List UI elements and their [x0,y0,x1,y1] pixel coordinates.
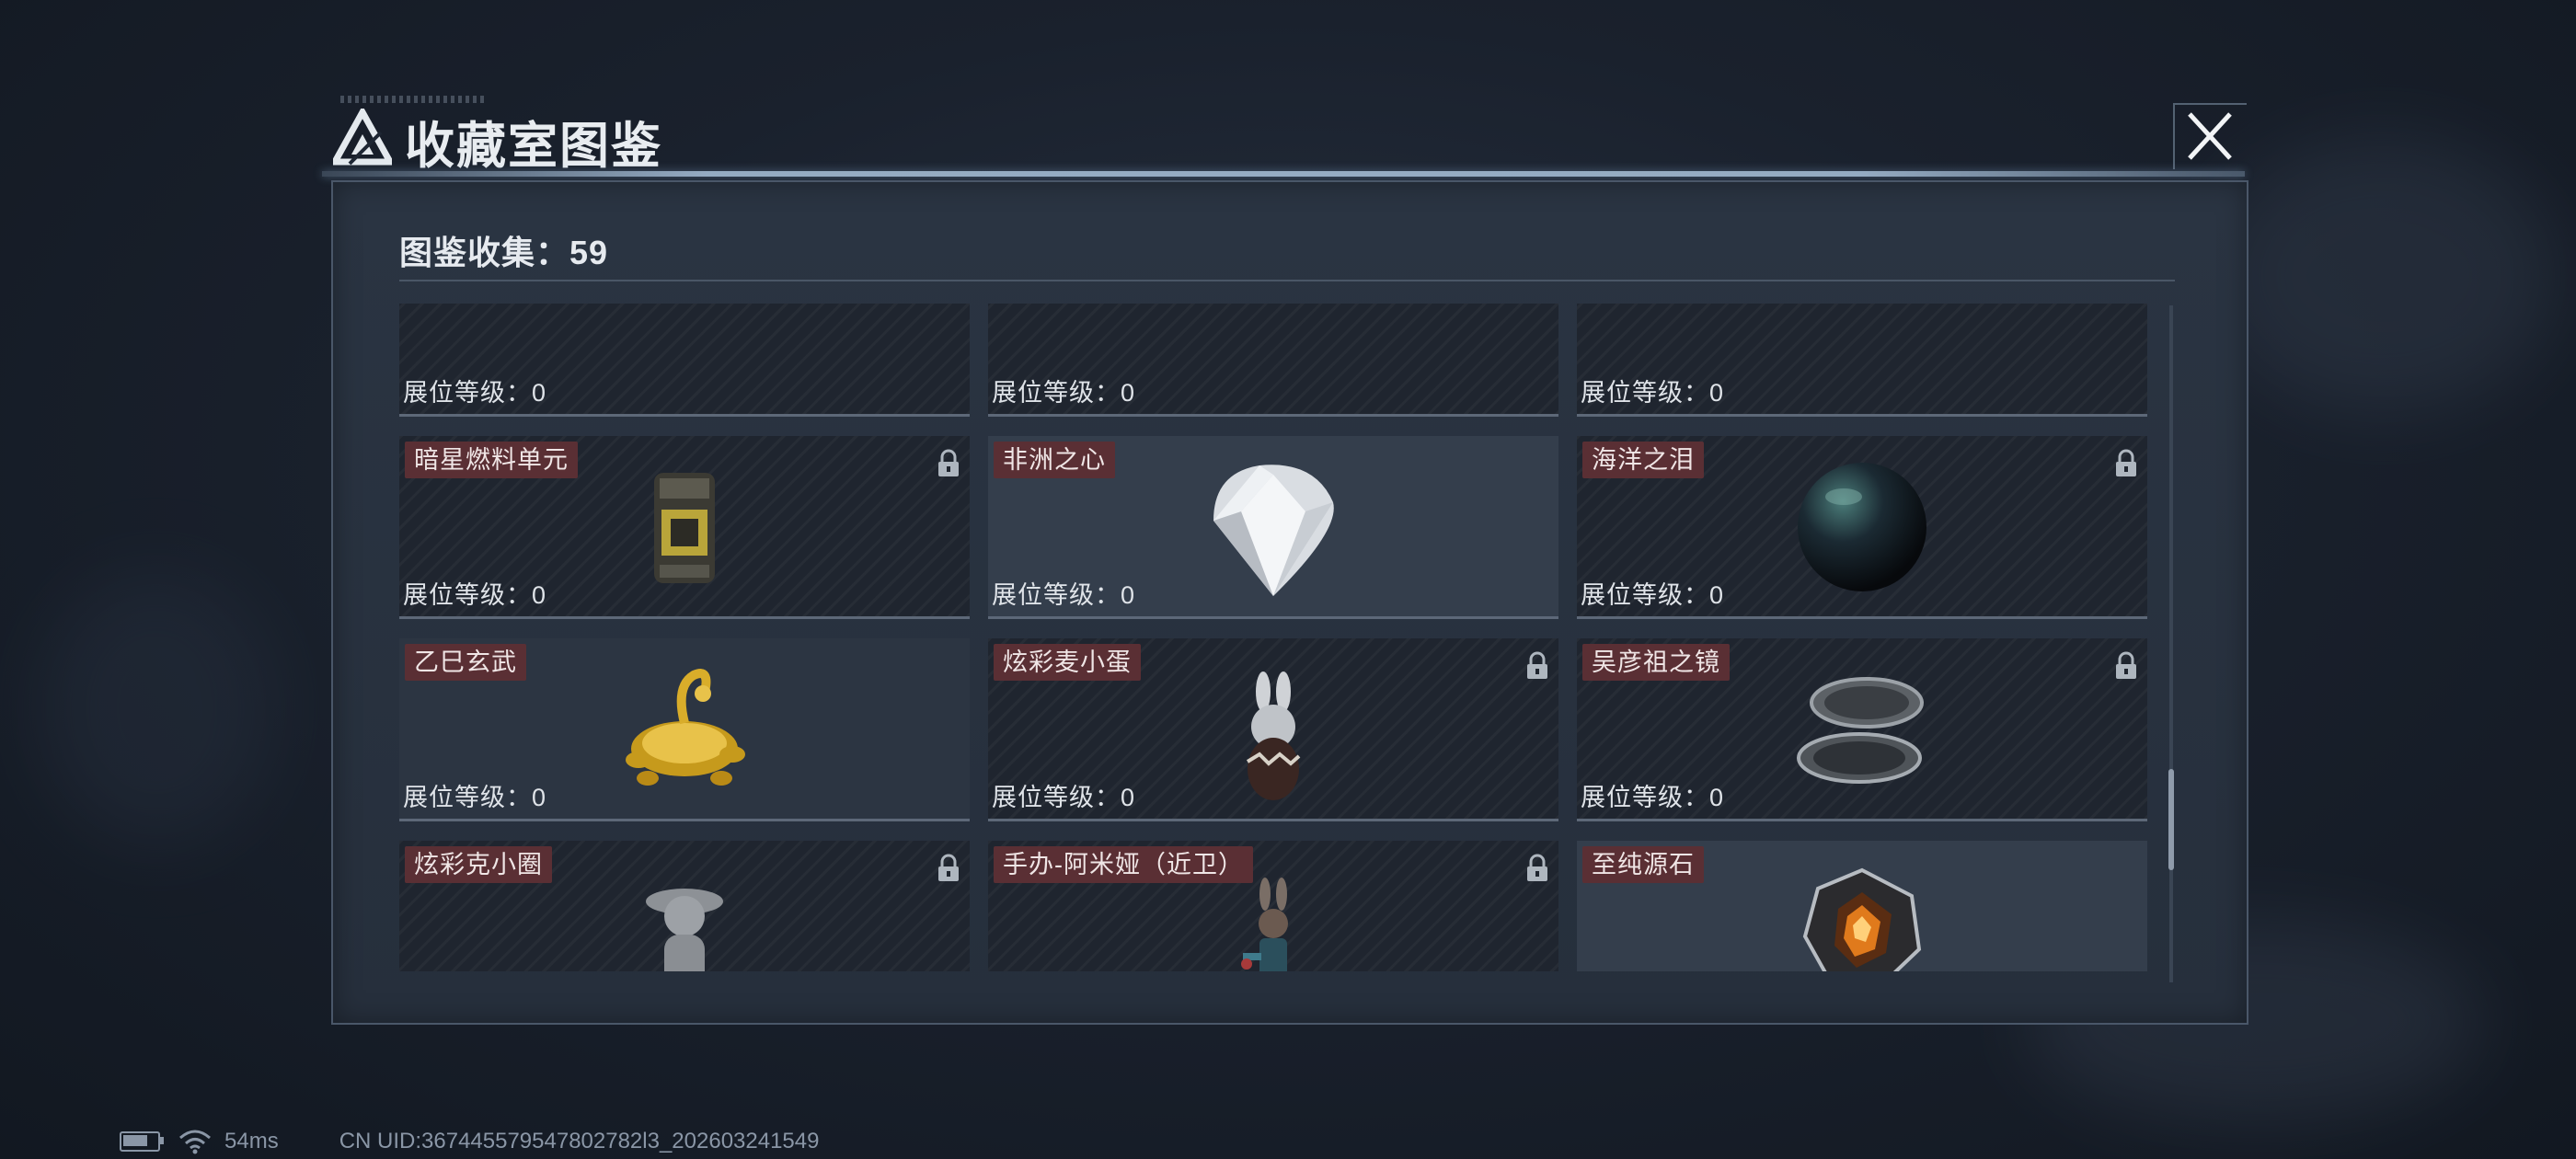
close-icon [2188,112,2232,160]
black-pearl-icon [1798,463,1926,591]
collection-card[interactable]: 展位等级：0 [1577,304,2147,417]
display-level: 展位等级：0 [1581,784,1725,811]
device-icon [1802,304,1922,311]
compact-mirror-icon [1797,677,1924,784]
bunny-egg-figure-icon [1246,671,1301,800]
display-level: 展位等级：0 [992,379,1136,407]
item-name: 手办-阿米娅（近卫） [994,846,1253,883]
title-underline [322,171,2245,177]
background-glow [2208,138,2558,414]
battery-icon [120,1131,164,1152]
divider [399,280,2175,281]
display-level: 展位等级：0 [1581,379,1725,407]
background-glow [37,570,276,846]
collection-card[interactable]: 非洲之心 展位等级：0 [988,436,1558,619]
display-level: 展位等级：0 [403,379,547,407]
collection-card[interactable]: 海洋之泪 展位等级：0 [1577,436,2147,619]
diamond-icon [1213,465,1334,596]
fuel-cell-icon [654,473,715,583]
display-level: 展位等级：0 [992,784,1136,811]
item-name: 炫彩麦小蛋 [994,644,1141,681]
collection-card[interactable]: 暗星燃料单元 展位等级：0 [399,436,970,619]
lock-icon [2116,651,2136,679]
status-bar: 54ms CN UID:367445579547802782l3_2026032… [120,1128,819,1155]
collection-card[interactable]: 吴彦祖之镜 展位等级：0 [1577,638,2147,821]
lock-icon [2116,449,2136,476]
item-grid-viewport[interactable]: 展位等级：0 展位等级：0 展位等级：0 暗星燃料单元 展位等级：0 非洲之心 [399,304,2156,971]
item-name: 暗星燃料单元 [405,442,578,478]
item-name: 至纯源石 [1582,846,1704,883]
lock-icon [938,854,959,881]
item-name: 非洲之心 [994,442,1115,478]
partial-item-icon [657,304,712,307]
originium-crystal-icon [1802,867,1922,971]
scrollbar-thumb[interactable] [2168,769,2174,870]
golden-turtle-snake-icon [626,669,745,786]
close-button[interactable] [2173,103,2247,169]
item-name: 吴彦祖之镜 [1582,644,1730,681]
ping-value: 54ms [224,1129,279,1153]
display-level: 展位等级：0 [403,784,547,811]
amiya-figure-icon [1241,878,1288,971]
ring-icon [1236,304,1310,316]
user-uid: CN UID:367445579547802782l3_202603241549 [339,1129,820,1153]
collection-card[interactable]: 炫彩克小圈 展位等级：0 [399,841,970,971]
collection-count: 图鉴收集：59 [399,234,609,271]
collection-card[interactable]: 手办-阿米娅（近卫） 展位等级：0 [988,841,1558,971]
page-title: 收藏室图鉴 [405,119,662,174]
lock-icon [1527,854,1547,881]
title-bar: 收藏室图鉴 [322,96,2245,177]
display-level: 展位等级：0 [403,581,547,609]
triangle-logo-icon [333,109,392,166]
scrollbar-track[interactable] [2169,305,2173,982]
collection-card[interactable]: 展位等级：0 [399,304,970,417]
display-level: 展位等级：0 [992,581,1136,609]
collection-card[interactable]: 乙巳玄武 展位等级：0 [399,638,970,821]
lock-icon [938,449,959,476]
item-name: 海洋之泪 [1582,442,1704,478]
cat-figure-icon [646,889,723,971]
collection-card[interactable]: 至纯源石 展位等级：0 [1577,841,2147,971]
collection-card[interactable]: 展位等级：0 [988,304,1558,417]
wifi-icon [179,1130,211,1154]
lock-icon [1527,651,1547,679]
display-level: 展位等级：0 [1581,581,1725,609]
item-name: 炫彩克小圈 [405,846,552,883]
collection-card[interactable]: 炫彩麦小蛋 展位等级：0 [988,638,1558,821]
item-name: 乙巳玄武 [405,644,526,681]
title-decoration [340,96,488,103]
